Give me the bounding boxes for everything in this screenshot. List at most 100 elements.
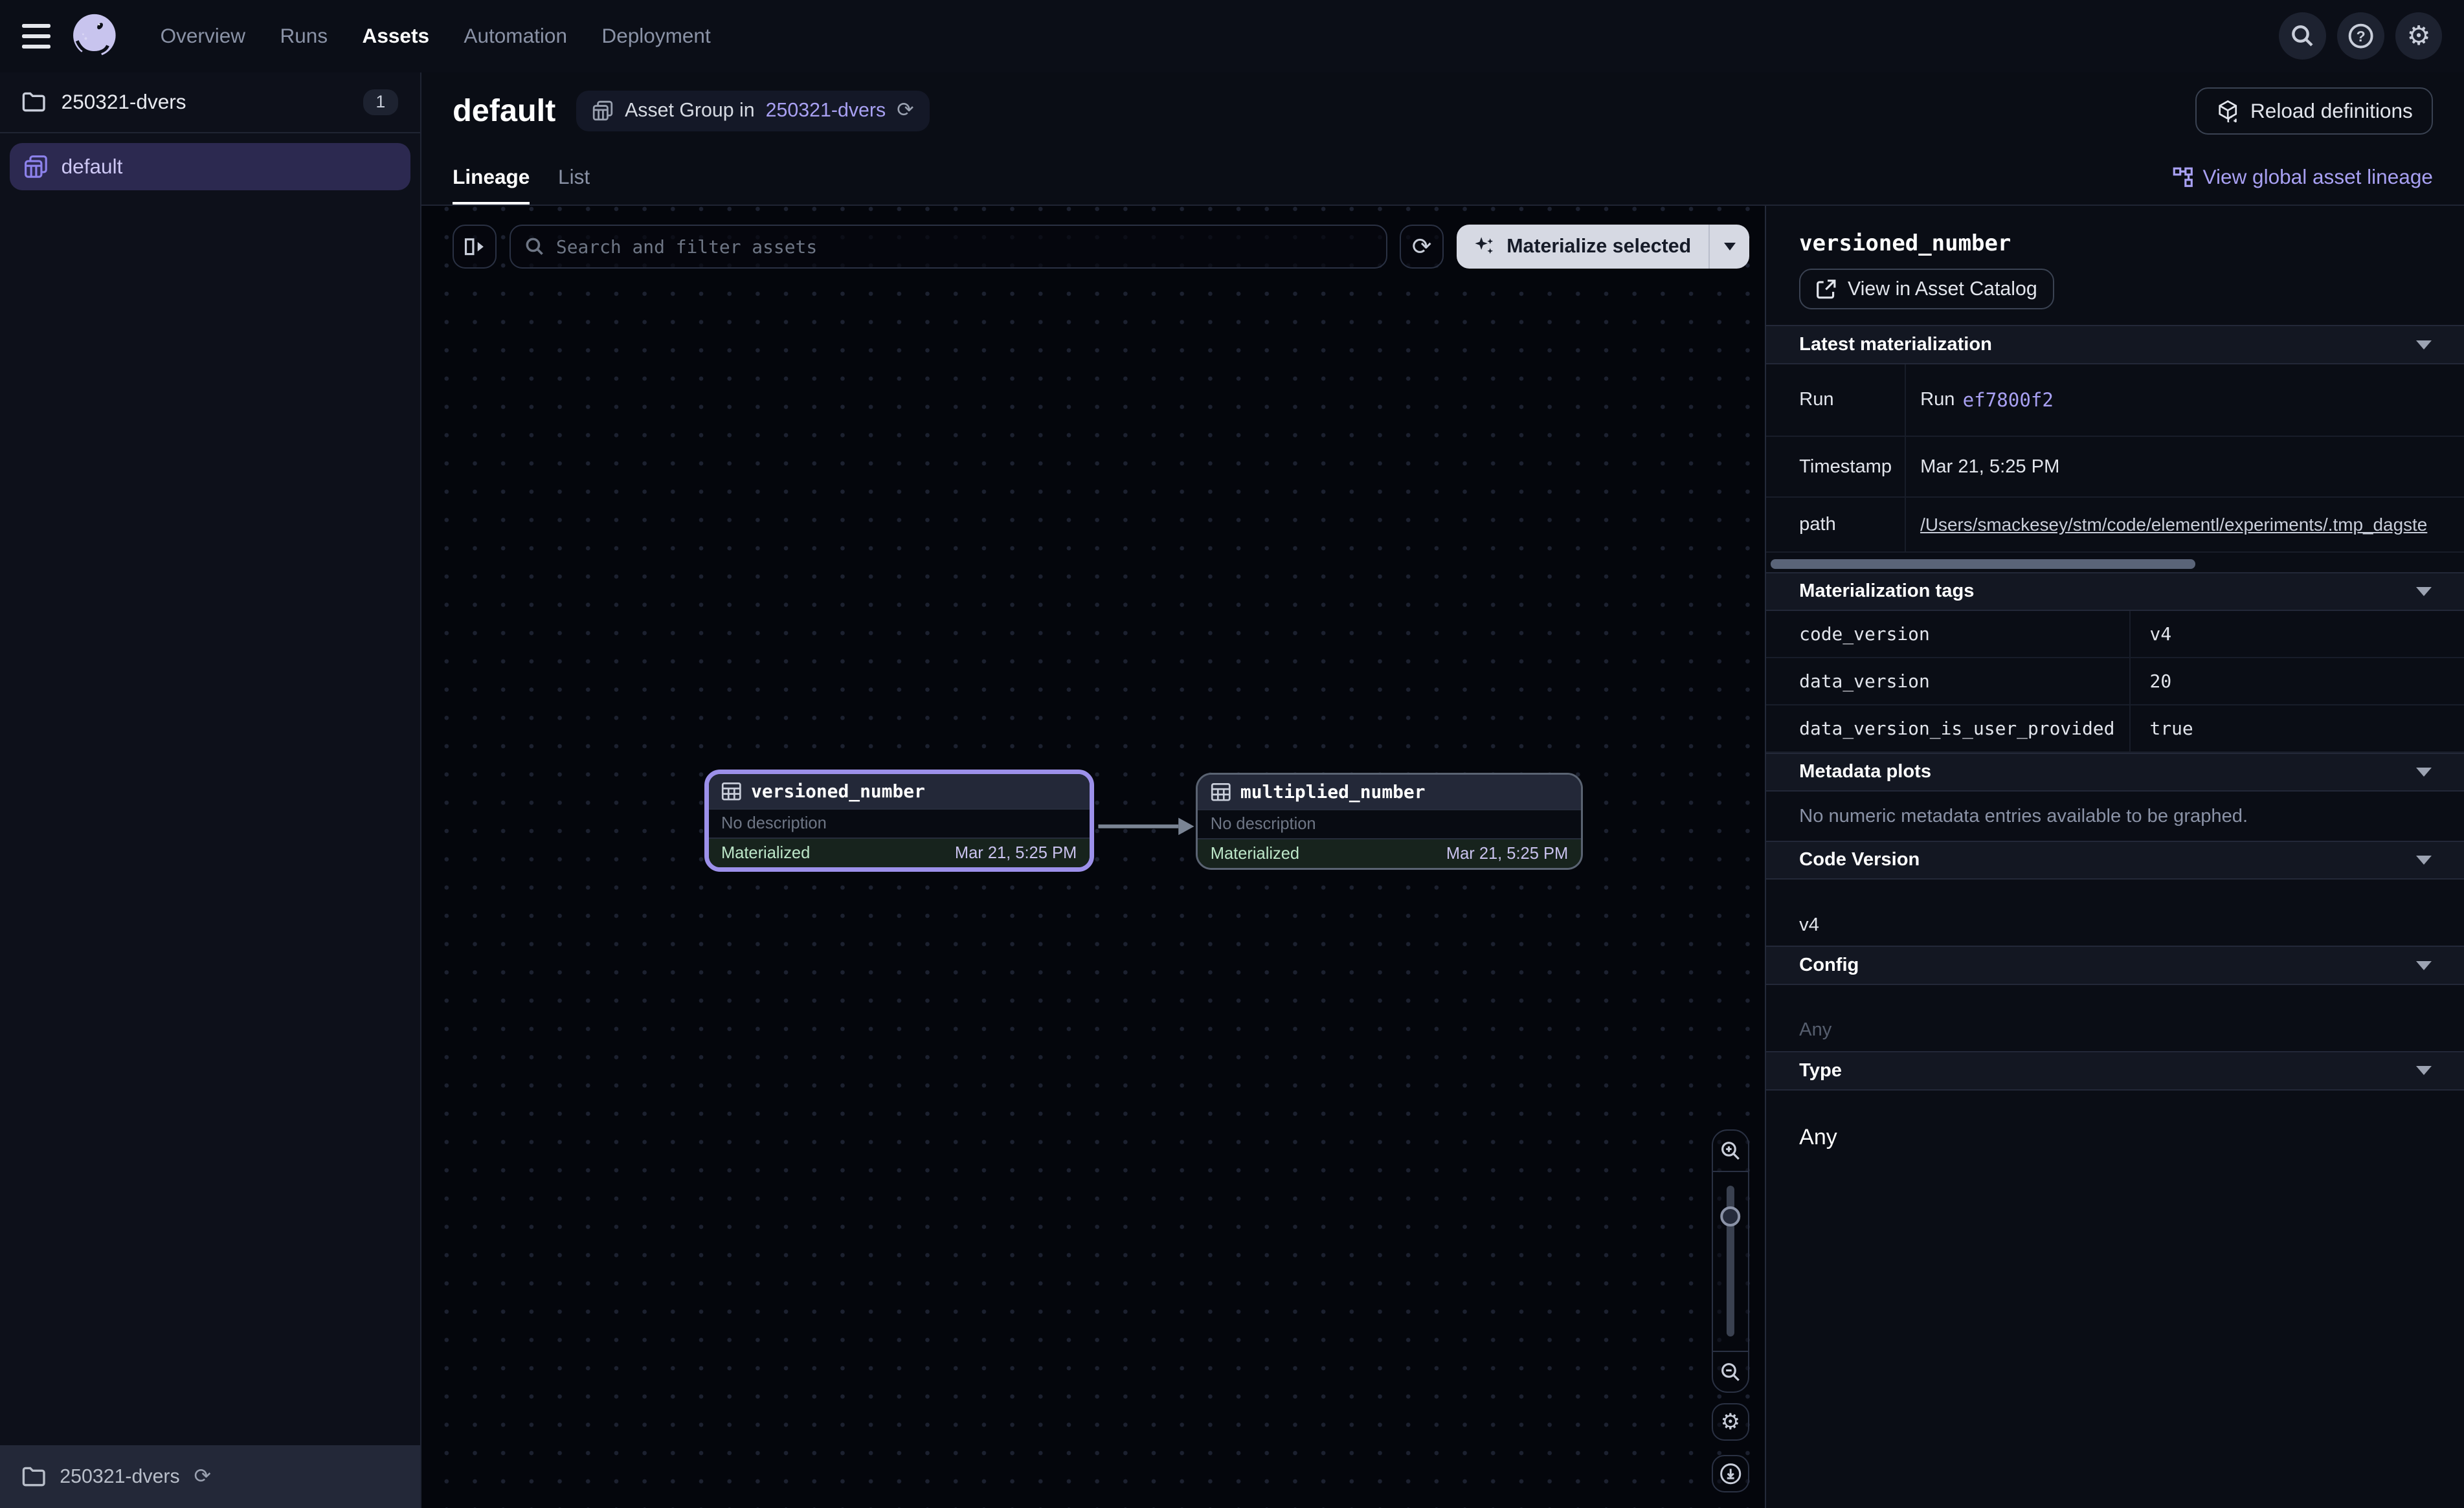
- main-area: default Asset Group in 250321-dvers ⟳: [421, 72, 2464, 1508]
- asset-detail-title: versioned_number: [1799, 231, 2431, 256]
- expand-panel-button[interactable]: [453, 225, 497, 269]
- nav-assets[interactable]: Assets: [363, 24, 429, 48]
- svg-text:?: ?: [2356, 28, 2365, 45]
- sidebar-item-label: default: [62, 155, 123, 179]
- refresh-graph-button[interactable]: ⟳: [1400, 225, 1444, 269]
- section-code-version[interactable]: Code Version: [1766, 841, 2464, 880]
- top-nav: Overview Runs Assets Automation Deployme…: [0, 0, 2464, 72]
- nav-automation[interactable]: Automation: [464, 24, 567, 48]
- table-icon: [1211, 782, 1231, 803]
- tag-value: 20: [2131, 658, 2464, 704]
- tab-lineage[interactable]: Lineage: [453, 150, 530, 205]
- section-latest-materialization[interactable]: Latest materialization: [1766, 325, 2464, 364]
- chevron-down-icon: [2416, 1066, 2432, 1075]
- repo-name: 250321-dvers: [62, 90, 186, 114]
- sidebar: 250321-dvers 1 default 250321-dvers ⟳: [0, 72, 421, 1508]
- materialize-selected-label: Materialize selected: [1506, 236, 1691, 258]
- gear-icon: ⚙: [1721, 1411, 1740, 1433]
- section-config[interactable]: Config: [1766, 946, 2464, 985]
- config-value: Any: [1766, 985, 2464, 1051]
- table-row: Run Run ef7800f2: [1766, 364, 2464, 437]
- refresh-icon[interactable]: ⟳: [194, 1467, 211, 1487]
- dagster-logo[interactable]: [69, 11, 120, 61]
- asset-node-description: No description: [1198, 809, 1580, 840]
- download-graph-button[interactable]: [1712, 1455, 1749, 1492]
- section-metadata-plots[interactable]: Metadata plots: [1766, 753, 2464, 792]
- zoom-out-button[interactable]: [1713, 1351, 1748, 1392]
- chevron-down-icon: [2416, 856, 2432, 865]
- path-row-key: path: [1766, 498, 1906, 551]
- chevron-down-icon: [2416, 961, 2432, 970]
- tag-value: true: [2131, 705, 2464, 751]
- horizontal-scrollbar[interactable]: [1771, 559, 2195, 569]
- asset-node-name: multiplied_number: [1240, 781, 1426, 803]
- refresh-icon[interactable]: ⟳: [897, 100, 913, 121]
- repo-count-badge: 1: [363, 89, 398, 116]
- graph-settings-button[interactable]: ⚙: [1712, 1403, 1749, 1441]
- asset-node-versioned-number[interactable]: versioned_number No description Material…: [704, 770, 1094, 872]
- reload-definitions-button[interactable]: Reload definitions: [2195, 87, 2432, 135]
- hamburger-menu-icon[interactable]: [22, 24, 50, 49]
- section-type[interactable]: Type: [1766, 1051, 2464, 1091]
- tag-key: data_version: [1766, 658, 2131, 704]
- nav-links: Overview Runs Assets Automation Deployme…: [161, 24, 711, 48]
- sidebar-item-default-group[interactable]: default: [10, 143, 410, 190]
- tab-list[interactable]: List: [558, 150, 590, 205]
- chevron-down-icon: [2416, 340, 2432, 349]
- search-icon[interactable]: [2279, 12, 2326, 60]
- chevron-down-icon: [2416, 768, 2432, 777]
- zoom-slider: [1713, 1172, 1748, 1351]
- run-id-link[interactable]: ef7800f2: [1963, 389, 2054, 411]
- code-version-value: v4: [1766, 880, 2464, 946]
- nav-overview[interactable]: Overview: [161, 24, 245, 48]
- cube-reload-icon: [2216, 99, 2239, 122]
- help-icon[interactable]: ?: [2337, 12, 2384, 60]
- settings-gear-icon[interactable]: ⚙: [2395, 12, 2443, 60]
- nav-runs[interactable]: Runs: [280, 24, 328, 48]
- materialized-timestamp: Mar 21, 5:25 PM: [1446, 845, 1568, 863]
- materialize-selected-split-button: Materialize selected: [1457, 225, 1749, 269]
- asset-search-box: [510, 225, 1387, 269]
- asset-node-multiplied-number[interactable]: multiplied_number No description Materia…: [1196, 773, 1582, 870]
- asset-node-header: versioned_number: [709, 774, 1090, 808]
- run-row-value: Run ef7800f2: [1906, 364, 2464, 436]
- reload-definitions-label: Reload definitions: [2250, 99, 2413, 123]
- page-title: default: [453, 93, 555, 129]
- chip-repo-link[interactable]: 250321-dvers: [766, 100, 886, 122]
- path-link[interactable]: /Users/smackesey/stm/code/elementl/exper…: [1920, 515, 2427, 535]
- sidebar-footer-repo[interactable]: 250321-dvers ⟳: [0, 1445, 420, 1508]
- materialize-options-caret[interactable]: [1710, 225, 1749, 269]
- section-title: Code Version: [1799, 849, 1920, 870]
- zoom-slider-thumb[interactable]: [1720, 1206, 1741, 1227]
- zoom-in-button[interactable]: [1713, 1131, 1748, 1171]
- metadata-plots-empty-message: No numeric metadata entries available to…: [1766, 792, 2464, 840]
- section-title: Materialization tags: [1799, 581, 1974, 602]
- table-row: data_version 20: [1766, 658, 2464, 705]
- section-title: Type: [1799, 1060, 1842, 1081]
- view-in-asset-catalog-button[interactable]: View in Asset Catalog: [1799, 269, 2054, 309]
- view-global-asset-lineage-label: View global asset lineage: [2202, 165, 2432, 189]
- sidebar-repo-row[interactable]: 250321-dvers 1: [0, 72, 420, 134]
- zoom-in-icon: [1719, 1140, 1742, 1162]
- materialize-selected-button[interactable]: Materialize selected: [1457, 225, 1708, 269]
- nav-deployment[interactable]: Deployment: [601, 24, 710, 48]
- run-prefix: Run: [1920, 389, 1954, 410]
- table-row: data_version_is_user_provided true: [1766, 705, 2464, 753]
- section-title: Latest materialization: [1799, 334, 1992, 355]
- chevron-down-icon: [2416, 587, 2432, 596]
- view-in-asset-catalog-label: View in Asset Catalog: [1848, 278, 2037, 300]
- tag-value: v4: [2131, 611, 2464, 657]
- search-input[interactable]: [556, 236, 1372, 258]
- table-row: Timestamp Mar 21, 5:25 PM: [1766, 437, 2464, 498]
- folder-icon: [22, 92, 45, 113]
- table-row: code_version v4: [1766, 611, 2464, 658]
- lineage-canvas[interactable]: ⟳ Materialize selected: [421, 206, 1765, 1508]
- section-materialization-tags[interactable]: Materialization tags: [1766, 572, 2464, 612]
- view-global-asset-lineage-link[interactable]: View global asset lineage: [2173, 150, 2433, 205]
- asset-group-chip: Asset Group in 250321-dvers ⟳: [576, 91, 930, 131]
- zoom-out-icon: [1719, 1361, 1742, 1383]
- tag-key: code_version: [1766, 611, 2131, 657]
- lineage-edge-arrow: [1097, 812, 1197, 841]
- chevron-down-icon: [1724, 243, 1736, 250]
- tag-key: data_version_is_user_provided: [1766, 705, 2131, 751]
